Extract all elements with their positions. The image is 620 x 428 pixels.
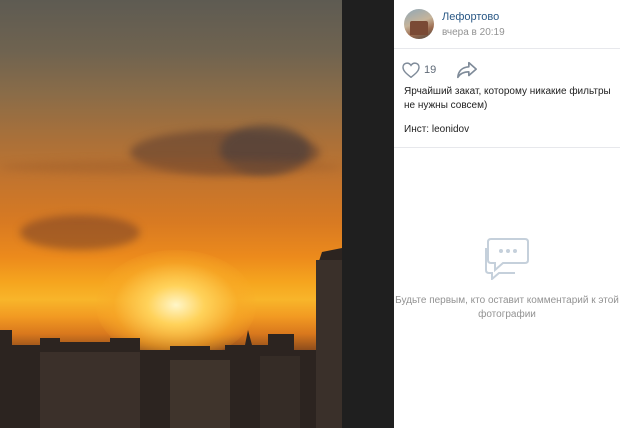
- post-timestamp[interactable]: вчера в 20:19: [442, 27, 505, 38]
- empty-comments-text: Будьте первым, кто оставит комментарий к…: [395, 295, 619, 320]
- post-caption: Ярчайший закат, которому никакие фильтры…: [404, 86, 611, 111]
- share-button[interactable]: [456, 60, 478, 80]
- heart-icon: [402, 62, 420, 78]
- group-avatar[interactable]: [404, 9, 434, 39]
- like-count: 19: [424, 64, 437, 76]
- city-skyline: [0, 248, 342, 428]
- post-header: Лефортово вчера в 20:19: [394, 0, 620, 49]
- section-divider: [394, 147, 620, 148]
- speech-bubble-icon: [485, 238, 529, 280]
- post-sidebar: Лефортово вчера в 20:19 19 Ярчайший зака…: [394, 0, 620, 428]
- like-button[interactable]: 19: [402, 58, 444, 82]
- photo-viewer[interactable]: [0, 0, 342, 428]
- photo-credit: Инст: leonidov: [404, 124, 470, 135]
- post-actions: 19: [394, 58, 620, 84]
- photo-divider: [342, 0, 394, 428]
- empty-comments: Будьте первым, кто оставит комментарий к…: [394, 236, 620, 322]
- share-arrow-icon: [457, 61, 477, 79]
- group-name-link[interactable]: Лефортово: [442, 11, 499, 23]
